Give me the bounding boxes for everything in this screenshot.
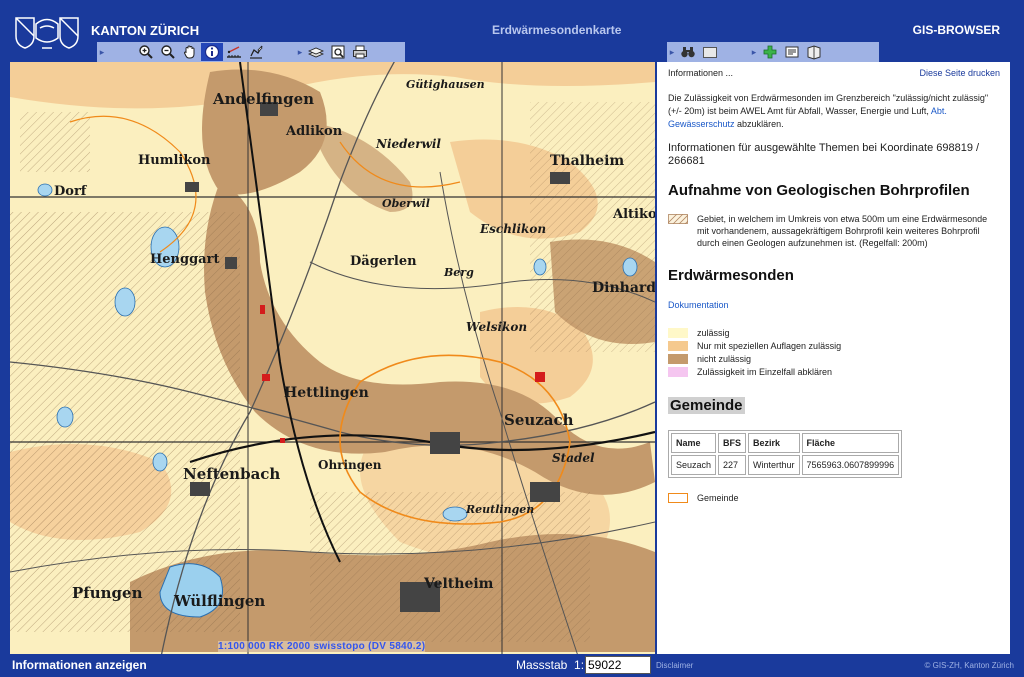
legend-label: Nur mit speziellen Auflagen zulässig [697, 341, 842, 351]
map-label-reutlingen: Reutlingen [466, 503, 535, 516]
export-icon[interactable] [781, 43, 803, 61]
info-icon[interactable] [201, 43, 223, 61]
legend-row-nicht-zulaessig: nicht zulässig [668, 353, 1000, 365]
legend-swatch [668, 367, 688, 377]
bohrprofile-title: Aufnahme von Geologischen Bohrprofilen [668, 182, 970, 199]
canton-name: KANTON ZÜRICH [91, 23, 200, 38]
map-label-wulflingen: Wülflingen [174, 592, 266, 610]
map-label-henggart: Henggart [150, 252, 220, 267]
toolbar-separator: ▸ [297, 46, 303, 57]
layers-icon[interactable] [305, 43, 327, 61]
map-label-adlikon: Adlikon [286, 124, 343, 139]
table-cell: Winterthur [748, 455, 800, 475]
map-label-stadel: Stadel [552, 451, 595, 465]
map-label-dinhard: Dinhard [592, 280, 655, 296]
legend-swatch [668, 341, 688, 351]
map-label-altikon: Altikon [613, 207, 655, 222]
map-scale-text: 1:100 000 RK 2000 swisstopo (DV 5840.2) [218, 641, 426, 652]
gemeinde-legend-row: Gemeinde [668, 492, 1000, 504]
info-panel: Informationen ... Diese Seite drucken Di… [657, 62, 1010, 654]
table-header-row: Name BFS Bezirk Fläche [671, 433, 900, 453]
map-label-berg: Berg [444, 266, 474, 279]
map-label-hettlingen: Hettlingen [284, 385, 369, 401]
legend-row-auflagen: Nur mit speziellen Auflagen zulässig [668, 340, 1000, 352]
legend-row-zulaessig: zulässig [668, 327, 1000, 339]
pan-hand-icon[interactable] [179, 43, 201, 61]
toolbar-separator: ▸ [751, 46, 757, 57]
map-label-andelfingen: Andelfingen [213, 90, 315, 108]
map-label-neftenbach: Neftenbach [183, 465, 281, 483]
search-binoculars-icon[interactable] [677, 43, 699, 61]
gemeinde-swatch [668, 493, 688, 503]
table-header-cell: Name [671, 433, 717, 453]
app-title: Erdwärmesondenkarte [492, 23, 622, 37]
legend-swatch [668, 354, 688, 364]
gemeinde-legend-label: Gemeinde [697, 493, 739, 503]
map-label-ohringen: Ohringen [318, 458, 382, 472]
panel-toolbar: ▸ ▸ [667, 42, 879, 62]
info-heading: Informationen ... [668, 68, 734, 78]
map-label-veltheim: Veltheim [424, 576, 494, 592]
massstab-input[interactable] [585, 656, 651, 674]
map-label-seuzach: Seuzach [504, 411, 574, 429]
massstab-label: Massstab 1: [516, 658, 585, 672]
gemeinde-table: Name BFS Bezirk Fläche Seuzach 227 Winte… [668, 430, 903, 478]
erdwaermesonden-title: Erdwärmesonden [668, 267, 794, 284]
map-label-niederwil: Niederwil [376, 137, 441, 151]
print-icon[interactable] [349, 43, 371, 61]
table-row: Seuzach 227 Winterthur 7565963.060789999… [671, 455, 900, 475]
add-icon[interactable] [759, 43, 781, 61]
map-graphic [10, 62, 655, 654]
copyright-text: © GIS-ZH, Kanton Zürich [924, 661, 1014, 670]
legend-icon[interactable] [803, 43, 825, 61]
preview-icon[interactable] [327, 43, 349, 61]
table-cell: 227 [718, 455, 747, 475]
table-header-cell: Bezirk [748, 433, 800, 453]
map-label-oberwil: Oberwil [382, 197, 430, 210]
info-note: Die Zulässigkeit von Erdwärmesonden im G… [668, 92, 1000, 131]
map-label-eschlikon: Eschlikon [480, 222, 547, 236]
toolbar-separator: ▸ [669, 46, 675, 57]
toolbar-separator: ▸ [99, 46, 105, 57]
gis-browser-title: GIS-BROWSER [912, 23, 1000, 37]
documentation-link[interactable]: Dokumentation [668, 300, 1000, 310]
footer: Informationen anzeigen Massstab 1: Discl… [0, 654, 1024, 677]
map-label-humlikon: Humlikon [138, 153, 211, 168]
zoom-out-icon[interactable] [157, 43, 179, 61]
draw-icon[interactable] [245, 43, 267, 61]
hatch-swatch [668, 214, 688, 224]
zoom-in-icon[interactable] [135, 43, 157, 61]
canton-logo [12, 14, 82, 54]
map-label-welsikon: Welsikon [466, 320, 528, 334]
legend-row-einzelfall: Zulässigkeit im Einzelfall abklären [668, 366, 1000, 378]
status-text: Informationen anzeigen [12, 658, 147, 672]
map-label-dagerlen: Dägerlen [350, 254, 417, 269]
measure-icon[interactable] [223, 43, 245, 61]
map-label-pfungen: Pfungen [72, 584, 143, 602]
legend-label: Zulässigkeit im Einzelfall abklären [697, 367, 833, 377]
table-header-cell: BFS [718, 433, 747, 453]
disclaimer-link[interactable]: Disclaimer [656, 661, 693, 670]
info-note-suffix: abzuklären. [737, 119, 784, 129]
map-label-gutighausen: Gütighausen [406, 78, 485, 91]
map-toolbar: ▸ ▸ [97, 42, 405, 62]
gemeinde-title: Gemeinde [668, 397, 745, 414]
legend-label: nicht zulässig [697, 354, 752, 364]
table-cell: 7565963.0607899996 [801, 455, 900, 475]
legend-label: zulässig [697, 328, 730, 338]
legend-swatch [668, 328, 688, 338]
overview-icon[interactable] [699, 43, 721, 61]
map-viewport[interactable]: Andelfingen Adlikon Humlikon Niederwil T… [10, 62, 655, 654]
erdwaermesonden-legend: zulässig Nur mit speziellen Auflagen zul… [668, 327, 1000, 378]
print-page-link[interactable]: Diese Seite drucken [919, 68, 1000, 78]
table-header-cell: Fläche [801, 433, 900, 453]
table-cell: Seuzach [671, 455, 717, 475]
bohrprofile-legend-text: Gebiet, in welchem im Umkreis von etwa 5… [697, 214, 988, 248]
bohrprofile-legend-row: Gebiet, in welchem im Umkreis von etwa 5… [668, 213, 1000, 249]
map-label-thalheim: Thalheim [550, 153, 625, 169]
coordinate-info: Informationen für ausgewählte Themen bei… [668, 142, 980, 167]
map-label-dorf: Dorf [54, 184, 87, 199]
